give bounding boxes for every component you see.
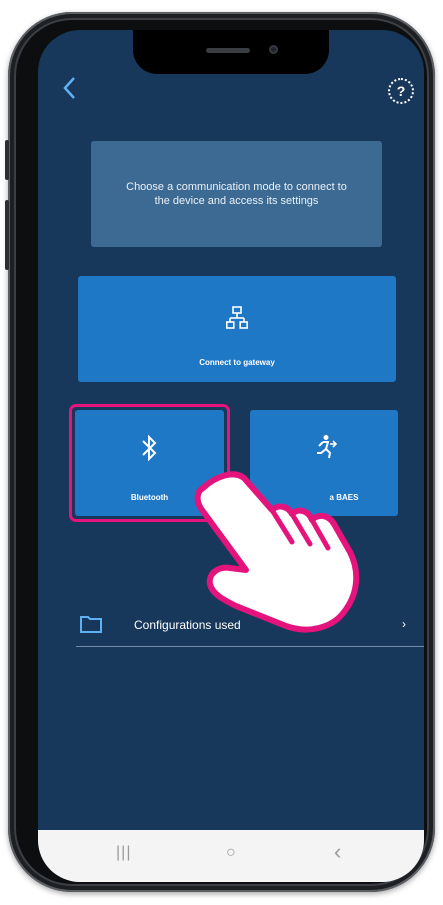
connect-gateway-label: Connect to gateway	[199, 358, 275, 367]
connect-gateway-tile[interactable]: Connect to gateway	[78, 276, 396, 382]
front-camera	[269, 45, 278, 54]
help-button[interactable]: ?	[388, 78, 414, 104]
network-icon	[226, 306, 248, 329]
bluetooth-icon	[142, 434, 157, 462]
system-nav-bar: ||| ○ ‹	[38, 830, 424, 882]
nav-back-button[interactable]: ‹	[334, 839, 341, 865]
app-screen: ? Choose a communication mode to connect…	[38, 30, 424, 882]
running-person-icon	[317, 435, 338, 459]
back-button[interactable]	[60, 74, 88, 106]
info-text: Choose a communication mode to connect t…	[126, 181, 347, 207]
side-button	[5, 140, 9, 180]
folder-icon	[80, 616, 102, 633]
phone-notch	[133, 30, 329, 74]
divider	[76, 646, 424, 647]
recent-apps-button[interactable]: |||	[116, 844, 131, 862]
chevron-right-icon: ›	[402, 617, 406, 631]
chevron-left-icon	[63, 77, 75, 99]
info-card: Choose a communication mode to connect t…	[91, 141, 382, 247]
home-button[interactable]: ○	[226, 844, 236, 862]
pointing-hand-icon	[194, 471, 360, 633]
speaker-grill	[206, 48, 250, 53]
side-button	[5, 200, 9, 270]
